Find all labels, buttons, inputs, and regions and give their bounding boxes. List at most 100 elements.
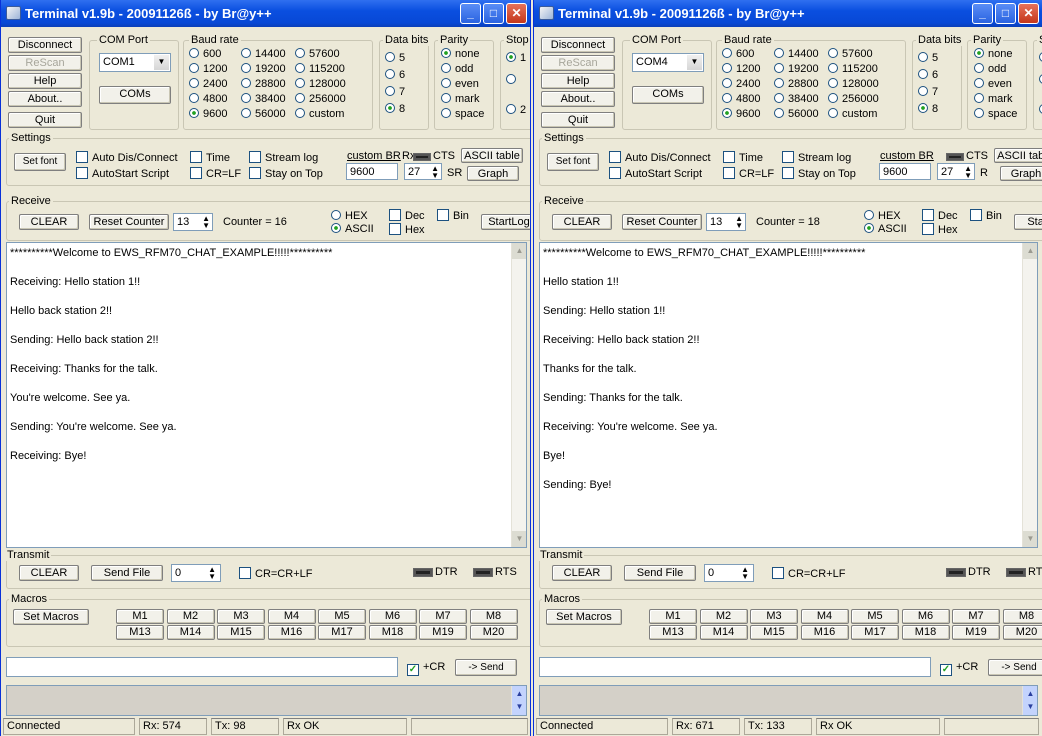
parity-radio[interactable]: none: [974, 48, 1012, 60]
data-bits-radio[interactable]: 7: [918, 86, 938, 98]
auto-disconnect-checkbox[interactable]: Auto Dis/Connect: [609, 151, 711, 164]
history-area[interactable]: ▲ ▼: [539, 685, 1038, 716]
startlog-button[interactable]: StartL: [1014, 214, 1042, 230]
stream-log-checkbox[interactable]: Stream log: [249, 151, 318, 164]
macro-button[interactable]: M2: [166, 609, 215, 624]
rescan-button[interactable]: ReScan: [541, 55, 615, 71]
macro-button[interactable]: M5: [318, 609, 366, 624]
baud-radio[interactable]: 115200: [295, 63, 345, 75]
spin-arrows-icon[interactable]: ▲ ▼: [431, 165, 439, 180]
cr-checkbox[interactable]: +CR: [940, 661, 978, 676]
macro-button[interactable]: M18: [901, 625, 950, 640]
parity-radio[interactable]: space: [974, 108, 1017, 120]
ascii-radio[interactable]: ASCII: [331, 223, 374, 235]
data-bits-radio[interactable]: 8: [918, 103, 938, 115]
baud-radio[interactable]: 9600: [189, 108, 227, 120]
spin-arrows-icon[interactable]: ▲ ▼: [741, 566, 749, 581]
baud-radio[interactable]: 4800: [722, 93, 760, 105]
baud-radio[interactable]: 38400: [774, 93, 819, 105]
baud-radio[interactable]: 57600: [295, 48, 340, 60]
hex-radio[interactable]: HEX: [331, 210, 368, 222]
baud-radio[interactable]: 28800: [241, 78, 286, 90]
baud-radio[interactable]: 14400: [241, 48, 286, 60]
macro-button[interactable]: M6: [368, 609, 417, 624]
macro-button[interactable]: M1: [649, 609, 697, 624]
baud-radio[interactable]: 9600: [722, 108, 760, 120]
set-font-button[interactable]: Set font: [14, 153, 66, 171]
baud-radio[interactable]: 38400: [241, 93, 286, 105]
close-button[interactable]: ✕: [1018, 3, 1039, 24]
stop-bits-radio[interactable]: 1: [506, 52, 526, 64]
parity-radio[interactable]: odd: [441, 63, 473, 75]
chevron-down-icon[interactable]: ▼: [154, 55, 169, 70]
baud-radio[interactable]: 128000: [828, 78, 879, 90]
receive-clear-button[interactable]: CLEAR: [552, 214, 612, 230]
macro-button[interactable]: M6: [901, 609, 950, 624]
macro-button[interactable]: M20: [1002, 625, 1042, 640]
data-bits-radio[interactable]: 6: [918, 69, 938, 81]
help-button[interactable]: Help: [8, 73, 82, 89]
baud-radio[interactable]: custom: [828, 108, 877, 120]
macro-button[interactable]: M14: [166, 625, 215, 640]
macro-button[interactable]: M15: [750, 625, 798, 640]
time-checkbox[interactable]: Time: [190, 151, 230, 164]
macro-button[interactable]: M16: [267, 625, 316, 640]
title-bar[interactable]: Terminal v1.9b - 20091126ß - by Br@y++ _…: [534, 0, 1042, 27]
scroll-down-icon[interactable]: ▼: [512, 531, 526, 547]
hex-checkbox[interactable]: Hex: [389, 223, 425, 236]
counter-spin[interactable]: 13 ▲ ▼: [173, 213, 213, 231]
spin-arrows-icon[interactable]: ▲ ▼: [208, 566, 216, 581]
macro-button[interactable]: M7: [952, 609, 1000, 624]
quit-button[interactable]: Quit: [8, 112, 82, 128]
transmit-clear-button[interactable]: CLEAR: [19, 565, 79, 581]
receive-scrollbar[interactable]: ▲ ▼: [511, 243, 526, 547]
baud-radio[interactable]: 56000: [241, 108, 286, 120]
baud-radio[interactable]: 115200: [828, 63, 878, 75]
scroll-down-icon[interactable]: ▼: [512, 699, 526, 715]
graph-button[interactable]: Graph: [467, 166, 519, 181]
parity-radio[interactable]: even: [974, 78, 1012, 90]
autostart-script-checkbox[interactable]: AutoStart Script: [609, 167, 702, 180]
parity-radio[interactable]: mark: [441, 93, 479, 105]
baud-radio[interactable]: 256000: [295, 93, 346, 105]
ascii-table-button[interactable]: ASCII table: [994, 148, 1042, 163]
stream-log-checkbox[interactable]: Stream log: [782, 151, 851, 164]
com-port-select[interactable]: COM1 ▼: [99, 53, 171, 72]
help-button[interactable]: Help: [541, 73, 615, 89]
ascii-radio[interactable]: ASCII: [864, 223, 907, 235]
baud-radio[interactable]: 57600: [828, 48, 873, 60]
title-bar[interactable]: Terminal v1.9b - 20091126ß - by Br@y++ _…: [1, 0, 530, 27]
history-scrollbar[interactable]: ▲ ▼: [1022, 686, 1037, 715]
custom-br-input[interactable]: 9600: [879, 163, 931, 180]
baud-radio[interactable]: custom: [295, 108, 344, 120]
spin-arrows-icon[interactable]: ▲ ▼: [735, 215, 743, 230]
hex-radio[interactable]: HEX: [864, 210, 901, 222]
auto-disconnect-checkbox[interactable]: Auto Dis/Connect: [76, 151, 178, 164]
close-button[interactable]: ✕: [506, 3, 527, 24]
macro-button[interactable]: M19: [952, 625, 1000, 640]
baud-radio[interactable]: 19200: [774, 63, 819, 75]
about-button[interactable]: About..: [8, 91, 82, 107]
rescan-button[interactable]: ReScan: [8, 55, 82, 71]
baud-radio[interactable]: 1200: [189, 63, 227, 75]
baud-radio[interactable]: 128000: [295, 78, 346, 90]
macro-button[interactable]: M17: [318, 625, 366, 640]
custom-br-input[interactable]: 9600: [346, 163, 398, 180]
quit-button[interactable]: Quit: [541, 112, 615, 128]
macro-button[interactable]: M1: [116, 609, 164, 624]
scroll-down-icon[interactable]: ▼: [1023, 531, 1037, 547]
crlf-checkbox[interactable]: CR=LF: [190, 167, 241, 180]
receive-text-area[interactable]: **********Welcome to EWS_RFM70_CHAT_EXAM…: [539, 242, 1038, 548]
baud-radio[interactable]: 4800: [189, 93, 227, 105]
disconnect-button[interactable]: Disconnect: [8, 37, 82, 53]
send-input[interactable]: [539, 657, 931, 677]
about-button[interactable]: About..: [541, 91, 615, 107]
macro-button[interactable]: M5: [851, 609, 899, 624]
macro-button[interactable]: M16: [800, 625, 849, 640]
macro-button[interactable]: M17: [851, 625, 899, 640]
macro-button[interactable]: M14: [699, 625, 748, 640]
minimize-button[interactable]: _: [972, 3, 993, 24]
baud-radio[interactable]: 14400: [774, 48, 819, 60]
transmit-spin[interactable]: 0 ▲ ▼: [704, 564, 754, 582]
cr-crlf-checkbox[interactable]: CR=CR+LF: [239, 567, 312, 580]
